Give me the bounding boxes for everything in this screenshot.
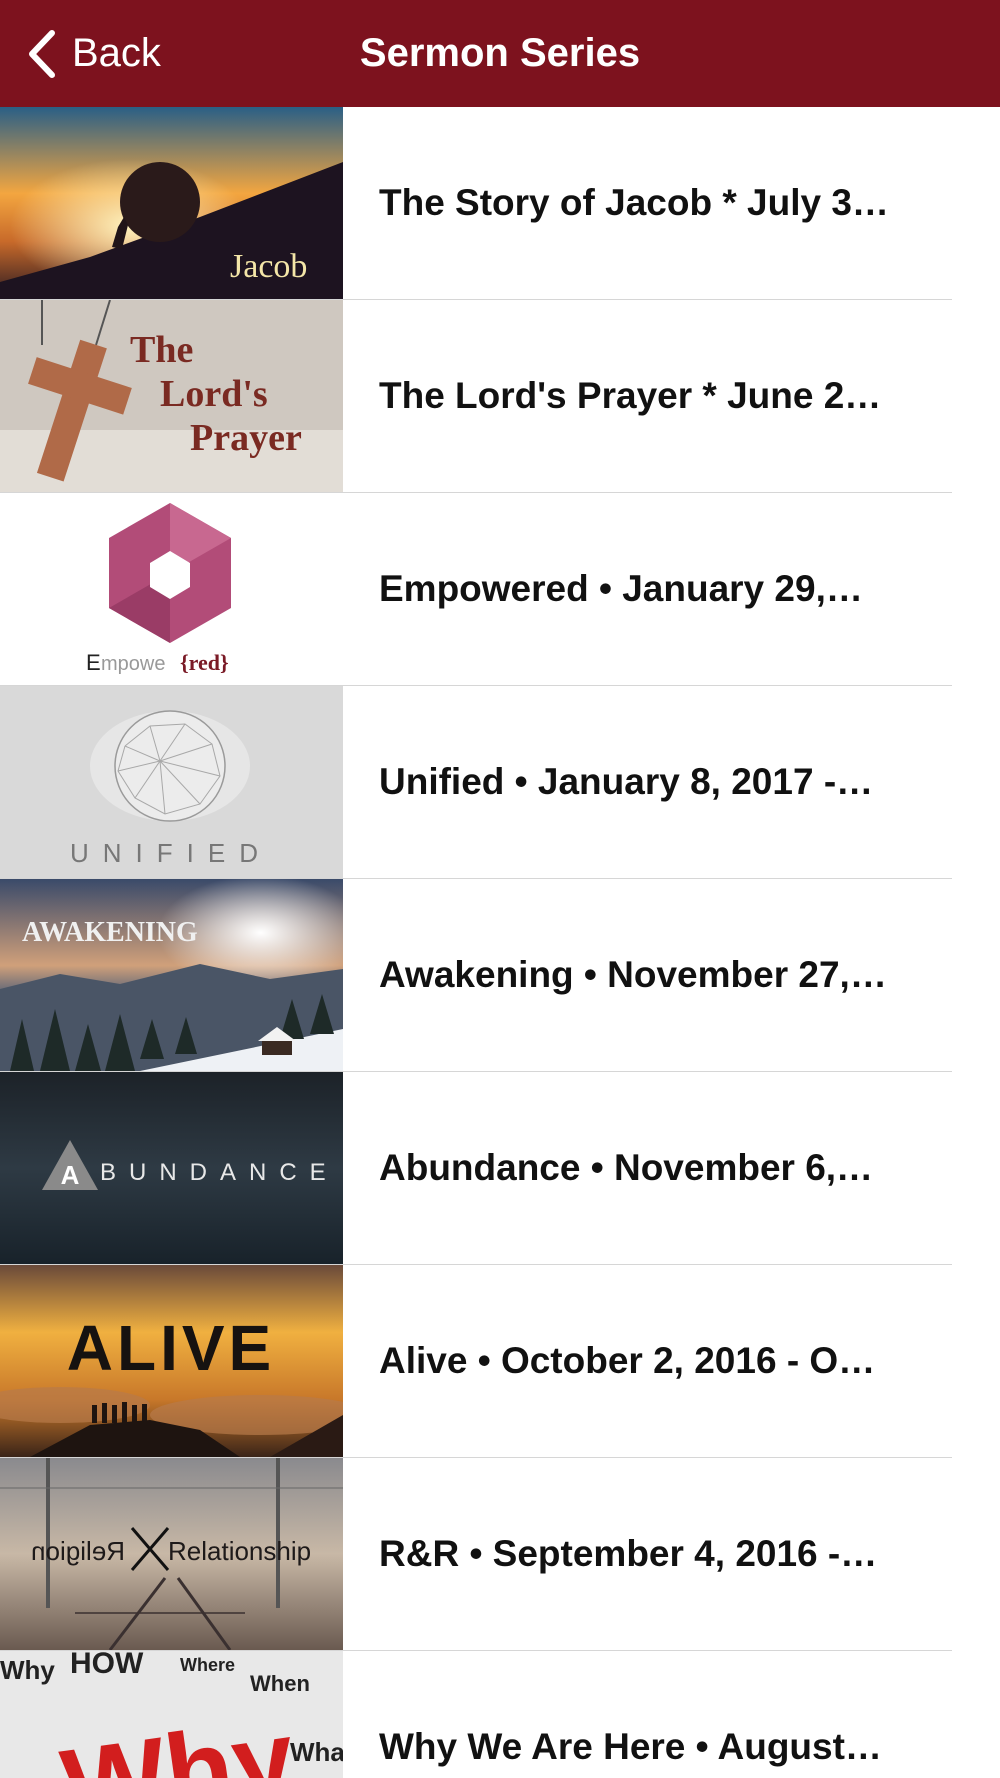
svg-text:Prayer: Prayer (190, 417, 302, 459)
series-row-abundance[interactable]: A BUNDANCE Abundance • November 6,… (0, 1072, 1000, 1265)
svg-text:{red}: {red} (180, 650, 229, 675)
series-title: Unified • January 8, 2017 -… (379, 761, 874, 802)
svg-text:AWAKENING: AWAKENING (22, 917, 198, 948)
series-title: Abundance • November 6,… (379, 1147, 874, 1188)
series-title: The Story of Jacob * July 3… (379, 182, 889, 223)
sermon-series-list: Jacob The Story of Jacob * July 3… The L… (0, 107, 1000, 1778)
series-title: Why We Are Here • August… (379, 1726, 882, 1767)
svg-text:What: What (290, 1737, 343, 1767)
snowy-forest-sunrise-image: AWAKENING (0, 879, 343, 1071)
svg-text:E: E (86, 650, 101, 675)
series-title: R&R • September 4, 2016 -… (379, 1533, 878, 1574)
series-row-why[interactable]: Why HOW Where When Who What Why Why We A… (0, 1651, 1000, 1778)
wooden-cross-image: The Lord's Prayer (0, 300, 343, 492)
svg-text:Relationship: Relationship (168, 1536, 311, 1566)
nav-bar: Back Sermon Series (0, 0, 1000, 107)
sunset-cloud-silhouettes-image: ALIVE (0, 1265, 343, 1457)
series-row-empowered[interactable]: E mpowe {red} Empowered • January 29,… (0, 493, 1000, 686)
series-row-r-and-r[interactable]: Religion Relationship R&R • September 4,… (0, 1458, 1000, 1651)
svg-text:A: A (61, 1160, 80, 1190)
dark-ocean-image: A BUNDANCE (0, 1072, 343, 1264)
svg-text:BUNDANCE: BUNDANCE (100, 1159, 339, 1186)
svg-text:ALIVE: ALIVE (67, 1312, 275, 1384)
series-row-unified[interactable]: UNIFIED Unified • January 8, 2017 -… (0, 686, 1000, 879)
svg-text:UNIFIED: UNIFIED (70, 838, 272, 868)
pink-hexagon-image: E mpowe {red} (0, 493, 343, 685)
series-title: Empowered • January 29,… (379, 568, 863, 609)
series-row-awakening[interactable]: AWAKENING Awakening • November 27,… (0, 879, 1000, 1072)
series-title: Alive • October 2, 2016 - O… (379, 1340, 876, 1381)
series-row-alive[interactable]: ALIVE Alive • October 2, 2016 - O… (0, 1265, 1000, 1458)
word-collage-why-image: Why HOW Where When Who What Why (0, 1651, 343, 1778)
series-row-lords-prayer[interactable]: The Lord's Prayer The Lord's Prayer * Ju… (0, 300, 1000, 493)
page-title: Sermon Series (359, 31, 641, 75)
geodesic-sphere-image: UNIFIED (0, 686, 343, 878)
svg-text:Lord's: Lord's (160, 373, 268, 415)
series-title: Awakening • November 27,… (379, 954, 887, 995)
series-title: The Lord's Prayer * June 2… (379, 375, 882, 416)
jacob-sunset-boulder-image: Jacob (0, 107, 343, 299)
thumb-text: Jacob (230, 248, 307, 285)
svg-text:When: When (250, 1671, 310, 1696)
svg-text:Where: Where (180, 1655, 235, 1675)
svg-text:Religion: Religion (31, 1536, 125, 1566)
svg-text:HOW: HOW (70, 1651, 144, 1680)
railroad-tracks-image: Religion Relationship (0, 1458, 343, 1650)
svg-text:The: The (130, 329, 193, 371)
series-row-jacob[interactable]: Jacob The Story of Jacob * July 3… (0, 107, 1000, 300)
svg-text:Why: Why (0, 1655, 55, 1685)
svg-text:mpowe: mpowe (101, 653, 165, 675)
